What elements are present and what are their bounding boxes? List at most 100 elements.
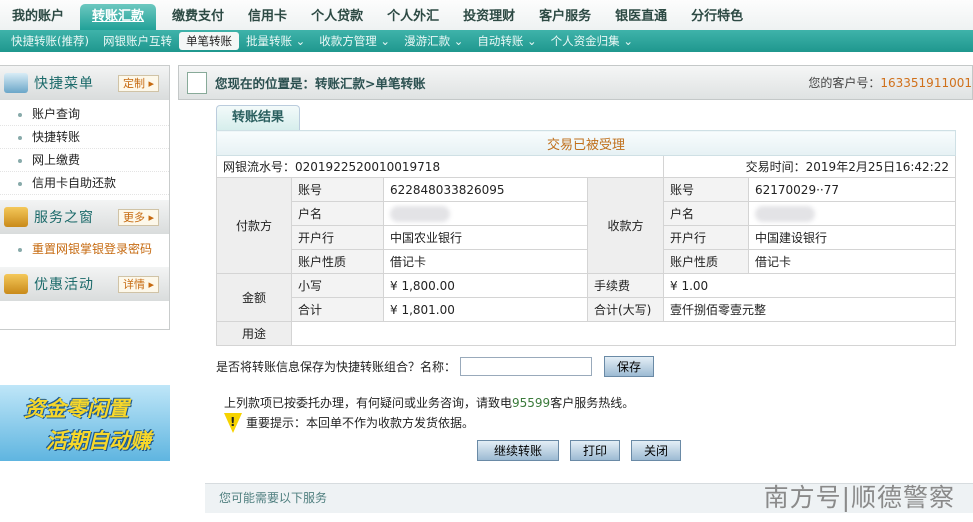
- status-title: 交易已被受理: [216, 130, 956, 156]
- total-chinese: 壹仟捌佰零壹元整: [663, 297, 956, 322]
- customer-no: 163351911001: [880, 76, 972, 90]
- sub-nav-item[interactable]: 单笔转账: [178, 32, 239, 50]
- banner-line2: 活期自动赚: [46, 429, 151, 453]
- label: 账号: [291, 177, 384, 202]
- quick-menu-item[interactable]: 账户查询: [0, 103, 169, 126]
- nav-tab[interactable]: 缴费支付: [160, 4, 236, 30]
- folder-icon: [4, 207, 28, 227]
- note-text: 上列款项已按委托办理，有何疑问或业务咨询，请致电: [224, 396, 513, 410]
- fee: ¥ 1.00: [663, 273, 956, 298]
- label: 合计(大写): [587, 297, 664, 322]
- sub-nav-item[interactable]: 自动转账 ⌄: [470, 32, 543, 50]
- nav-tab[interactable]: 我的账户: [0, 4, 76, 30]
- note-text: 客户服务热线。: [550, 396, 635, 410]
- amount: ¥ 1,800.00: [383, 273, 588, 298]
- shortcut-name-input[interactable]: [460, 357, 593, 376]
- time-cell: 交易时间：2019年2月25日16:42:22: [663, 155, 956, 178]
- service-window-title: 服务之窗: [34, 210, 94, 226]
- quick-menu-icon: [4, 73, 28, 93]
- tab-transfer-result[interactable]: 转账结果: [216, 105, 300, 130]
- result-table: 交易已被受理 网银流水号：0201922520010019718 交易时间：20…: [216, 130, 956, 346]
- label: 账号: [663, 177, 749, 202]
- serial-number: 0201922520010019718: [295, 160, 441, 174]
- payee-name: [748, 201, 956, 226]
- payer-bank: 中国农业银行: [383, 225, 588, 250]
- payee-bank: 中国建设银行: [748, 225, 956, 250]
- payer-group: 付款方: [216, 177, 292, 274]
- purpose-label: 用途: [216, 321, 292, 346]
- warning-icon: !: [224, 413, 242, 433]
- print-button[interactable]: 打印: [570, 440, 621, 461]
- quick-menu-item[interactable]: 网上缴费: [0, 149, 169, 172]
- details-button[interactable]: 详情 ▸: [117, 276, 159, 293]
- sub-nav-item[interactable]: 收款方管理 ⌄: [312, 32, 397, 50]
- promo-header: 优惠活动 详情 ▸: [0, 267, 169, 301]
- nav-tab[interactable]: 信用卡: [236, 4, 299, 30]
- quick-menu-title: 快捷菜单: [34, 76, 94, 92]
- label: 开户行: [663, 225, 749, 250]
- service-item[interactable]: 重置网银掌银登录密码: [0, 238, 169, 261]
- label: 合计: [291, 297, 384, 322]
- label: 小写: [291, 273, 384, 298]
- more-button[interactable]: 更多 ▸: [117, 209, 159, 226]
- label: 开户行: [291, 225, 384, 250]
- redacted: [390, 205, 450, 222]
- label: 手续费: [587, 273, 664, 298]
- watermark: 南方号|顺德警察: [763, 483, 955, 512]
- quick-menu-item[interactable]: 快捷转账: [0, 126, 169, 149]
- nav-tab[interactable]: 分行特色: [679, 4, 755, 30]
- sub-nav-item[interactable]: 个人资金归集 ⌄: [544, 32, 640, 50]
- close-button[interactable]: 关闭: [631, 440, 682, 461]
- main-nav: 我的账户 转账汇款 缴费支付 信用卡 个人贷款 个人外汇 投资理财 客户服务 银医直通 分行特色: [0, 0, 973, 30]
- total: ¥ 1,801.00: [383, 297, 588, 322]
- payer-type: 借记卡: [383, 249, 588, 274]
- customer-label: 您的客户号：: [808, 76, 881, 90]
- sub-nav-item[interactable]: 批量转账 ⌄: [239, 32, 312, 50]
- promo-banner[interactable]: 资金零闲置 活期自动赚: [0, 385, 170, 461]
- payer-account: 622848033826095: [383, 177, 588, 202]
- save-button[interactable]: 保存: [604, 356, 655, 377]
- payee-account: 62170029··77: [748, 177, 956, 202]
- nav-tab[interactable]: 投资理财: [451, 4, 527, 30]
- hotline-number: 95599: [512, 396, 551, 410]
- nav-tab[interactable]: 客户服务: [527, 4, 603, 30]
- notes: 上列款项已按委托办理，有何疑问或业务咨询，请致电95599客户服务热线。 ! 重要…: [224, 394, 634, 433]
- sidebar: 快捷菜单 定制 ▸ 账户查询 快捷转账 网上缴费 信用卡自助还款 服务之窗 更多 ▸ 重置…: [0, 65, 170, 330]
- payer-name: [383, 201, 588, 226]
- save-question: 是否将转账信息保存为快捷转账组合？名称：: [216, 360, 457, 374]
- warning-text: 重要提示：本回单不作为收款方发货依据。: [246, 415, 475, 430]
- payee-type: 借记卡: [748, 249, 956, 274]
- label: 账户性质: [291, 249, 384, 274]
- customize-button[interactable]: 定制 ▸: [117, 75, 159, 92]
- save-shortcut-form: 是否将转账信息保存为快捷转账组合？名称： 保存: [216, 356, 655, 377]
- quick-menu-header: 快捷菜单 定制 ▸: [0, 66, 169, 100]
- label: 账户性质: [663, 249, 749, 274]
- location-bar: 您现在的位置是：转账汇款>单笔转账 您的客户号：163351911001: [178, 65, 973, 100]
- document-icon: [187, 71, 207, 94]
- serial-cell: 网银流水号：0201922520010019718: [216, 155, 664, 178]
- purpose-value: [291, 321, 956, 346]
- time-label: 交易时间：: [745, 160, 806, 174]
- sub-nav-item[interactable]: 快捷转账(推荐): [4, 32, 96, 50]
- banner-line1: 资金零闲置: [24, 397, 129, 421]
- label: 户名: [663, 201, 749, 226]
- continue-transfer-button[interactable]: 继续转账: [477, 440, 560, 461]
- nav-tab[interactable]: 个人贷款: [299, 4, 375, 30]
- action-buttons: 继续转账 打印 关闭: [477, 440, 682, 461]
- redacted: [755, 205, 815, 222]
- nav-tab[interactable]: 转账汇款: [80, 4, 157, 30]
- sub-nav-item[interactable]: 网银账户互转: [96, 32, 179, 50]
- quick-menu-item[interactable]: 信用卡自助还款: [0, 172, 169, 195]
- sub-nav-item[interactable]: 漫游汇款 ⌄: [397, 32, 470, 50]
- nav-tab[interactable]: 银医直通: [603, 4, 679, 30]
- serial-label: 网银流水号：: [223, 160, 296, 174]
- payee-group: 收款方: [587, 177, 664, 274]
- nav-tab[interactable]: 个人外汇: [375, 4, 451, 30]
- breadcrumb: 您现在的位置是：转账汇款>单笔转账: [215, 76, 426, 91]
- customer-number: 您的客户号：163351911001: [808, 74, 972, 91]
- label: 户名: [291, 201, 384, 226]
- folder-icon: [4, 274, 28, 294]
- amount-group: 金额: [216, 273, 292, 322]
- sub-nav: 快捷转账(推荐) 网银账户互转 单笔转账 批量转账 ⌄ 收款方管理 ⌄ 漫游汇款 ⌄ 自动转…: [0, 30, 973, 52]
- service-window-header: 服务之窗 更多 ▸: [0, 200, 169, 234]
